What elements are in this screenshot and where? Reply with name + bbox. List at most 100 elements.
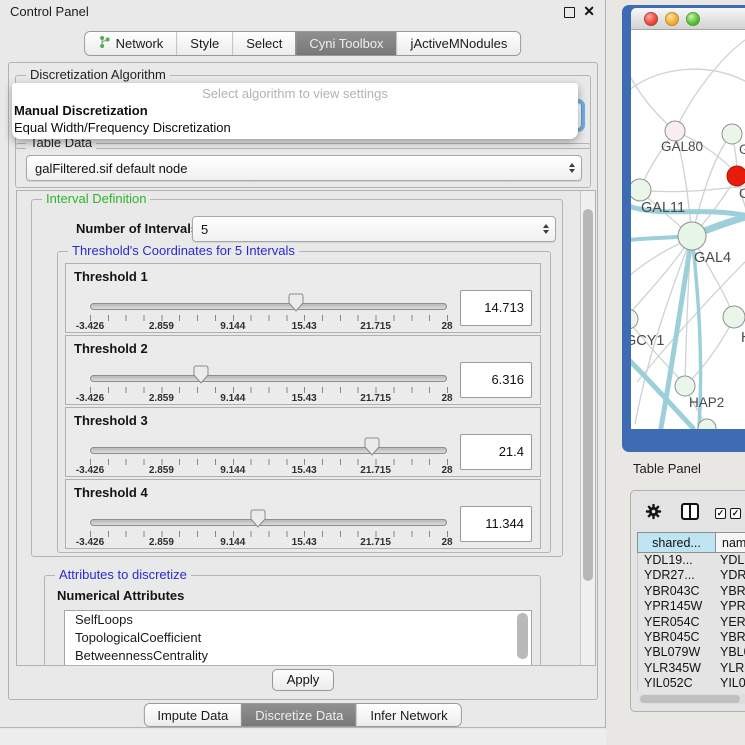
node-attribute-table: shared... name YDL19...YDL19YDR27...YDR2… [637,532,745,691]
tab-cyni-toolbox[interactable]: Cyni Toolbox [295,32,396,55]
tab-jactivemnodules[interactable]: jActiveMNodules [397,32,521,55]
checkbox-icon[interactable]: ✓ [715,508,726,519]
node-hap2[interactable] [675,376,695,396]
control-panel-titlebar: Control Panel ✕ [0,0,605,24]
column-header-shared-name[interactable]: shared... [638,533,716,552]
node-label: GCY1 [631,333,665,349]
slider-track[interactable] [90,447,447,454]
tick-label: 15.43 [292,537,317,548]
float-window-icon[interactable] [564,7,575,18]
column-header-name[interactable]: name [716,533,745,552]
dropdown-option-manual[interactable]: Manual Discretization [14,103,148,118]
table-header-row: shared... name [637,532,745,553]
traffic-light-minimize-icon[interactable] [665,12,679,26]
node-gal11[interactable] [631,179,651,201]
slider-track[interactable] [90,519,447,526]
node-gal80[interactable] [665,121,685,141]
table-row[interactable]: YLR345WYLR34 [638,661,745,676]
cell-shared-name: YLR345W [638,661,716,676]
node-top-right[interactable] [722,124,742,144]
table-row[interactable]: YBR043CYBR04 [638,584,745,599]
threshold-2-panel: Threshold 2 -3.4262.8599.14415.4321.7152… [65,335,541,405]
close-icon[interactable]: ✕ [583,3,595,20]
threshold-label: Threshold 3 [74,413,148,428]
threshold-value-field[interactable]: 6.316 [460,362,532,398]
tab-infer-network[interactable]: Infer Network [356,704,460,726]
table-data-group: Table Data galFiltered.sif default node [15,143,591,188]
table-row[interactable]: YPR145WYPR14 [638,599,745,614]
combo-stepper-icon [543,224,549,234]
attribute-list-item[interactable]: TopologicalCoefficient [65,629,531,647]
node-red-selected[interactable] [727,166,745,186]
panel-scrollbar[interactable] [580,191,595,665]
slider-tick-labels: -3.4262.8599.14415.4321.71528 [90,393,447,405]
cell-shared-name: YDL19... [638,553,716,568]
scrollbar-thumb[interactable] [517,613,528,659]
split-view-icon[interactable] [681,503,699,525]
cell-name: YDR27 [716,568,745,583]
numerical-attributes-list[interactable]: SelfLoopsTopologicalCoefficientBetweenne… [64,610,532,665]
tick-label: 15.43 [292,465,317,476]
table-horizontal-scrollbar[interactable] [638,694,745,704]
tick-label: 2.859 [149,465,174,476]
slider-thumb[interactable] [250,509,266,528]
tab-select[interactable]: Select [232,32,295,55]
table-row[interactable]: YDL19...YDL19 [638,553,745,568]
slider-track[interactable] [90,303,447,310]
node-label: H [741,330,745,346]
tick-label: 21.715 [360,465,391,476]
threshold-value-field[interactable]: 21.4 [460,434,532,470]
table-row[interactable]: YIL052CYIL05 [638,676,745,691]
group-label: Attributes to discretize [55,567,191,582]
cell-shared-name: YBR045C [638,630,716,645]
table-row[interactable]: YBR045CYBR04 [638,630,745,645]
traffic-light-close-icon[interactable] [644,12,658,26]
node-label: C [739,186,745,201]
tab-label: Impute Data [157,708,228,723]
scrollbar-thumb[interactable] [640,695,740,703]
tab-impute-data[interactable]: Impute Data [144,704,241,726]
tab-discretize-data[interactable]: Discretize Data [241,704,356,726]
tick-label: -3.426 [76,393,104,404]
tab-style[interactable]: Style [176,32,232,55]
settings-scroll-panel: Interval Definition Number of Intervals … [16,190,596,666]
gear-icon[interactable] [645,503,662,525]
network-canvas[interactable]: GAL80 GA GAL11 C GAL4 GCY1 H HAP2 [631,30,745,429]
threshold-value-field[interactable]: 14.713 [460,290,532,326]
attribute-items: SelfLoopsTopologicalCoefficientBetweenne… [65,611,531,665]
checkbox-icon[interactable]: ✓ [730,508,741,519]
apply-button[interactable]: Apply [272,669,334,691]
cell-name: YDL19 [716,553,745,568]
table-panel-title: Table Panel [633,461,701,476]
tick-label: 9.144 [220,321,245,332]
slider-thumb[interactable] [193,365,209,384]
number-of-intervals-label: Number of Intervals [76,221,198,236]
attribute-list-item[interactable]: SelfLoops [65,611,531,629]
table-toolbar: ✓ ✓ [631,497,745,523]
numerical-attributes-label: Numerical Attributes [57,588,184,603]
scrollbar-thumb[interactable] [583,209,593,581]
slider-thumb[interactable] [288,293,304,312]
dropdown-option-equal-width[interactable]: Equal Width/Frequency Discretization [14,120,231,135]
node-gal4[interactable] [678,222,706,250]
tick-label: 21.715 [360,393,391,404]
node-right-h[interactable] [723,306,745,328]
traffic-light-zoom-icon[interactable] [686,12,700,26]
attribute-list-item[interactable]: BetweennessCentrality [65,647,531,665]
slider-track[interactable] [90,375,447,382]
table-row[interactable]: YER054CYER05 [638,615,745,630]
tab-network[interactable]: Network [85,32,177,55]
number-of-intervals-combobox[interactable]: 5 [192,216,556,242]
table-row[interactable]: YDR27...YDR27 [638,568,745,583]
cell-name: YLR34 [716,661,745,676]
slider-thumb[interactable] [364,437,380,456]
tick-label: 28 [441,465,452,476]
network-window-titlebar [631,8,745,30]
algorithm-dropdown-popup: Select algorithm to view settings Manual… [12,83,578,139]
table-data-combobox[interactable]: galFiltered.sif default node [26,155,582,181]
list-scrollbar[interactable] [517,613,528,665]
threshold-value-field[interactable]: 11.344 [460,506,532,542]
table-row[interactable]: YBL079WYBL07 [638,645,745,660]
tick-label: 28 [441,537,452,548]
node-gcy1[interactable] [631,309,638,329]
